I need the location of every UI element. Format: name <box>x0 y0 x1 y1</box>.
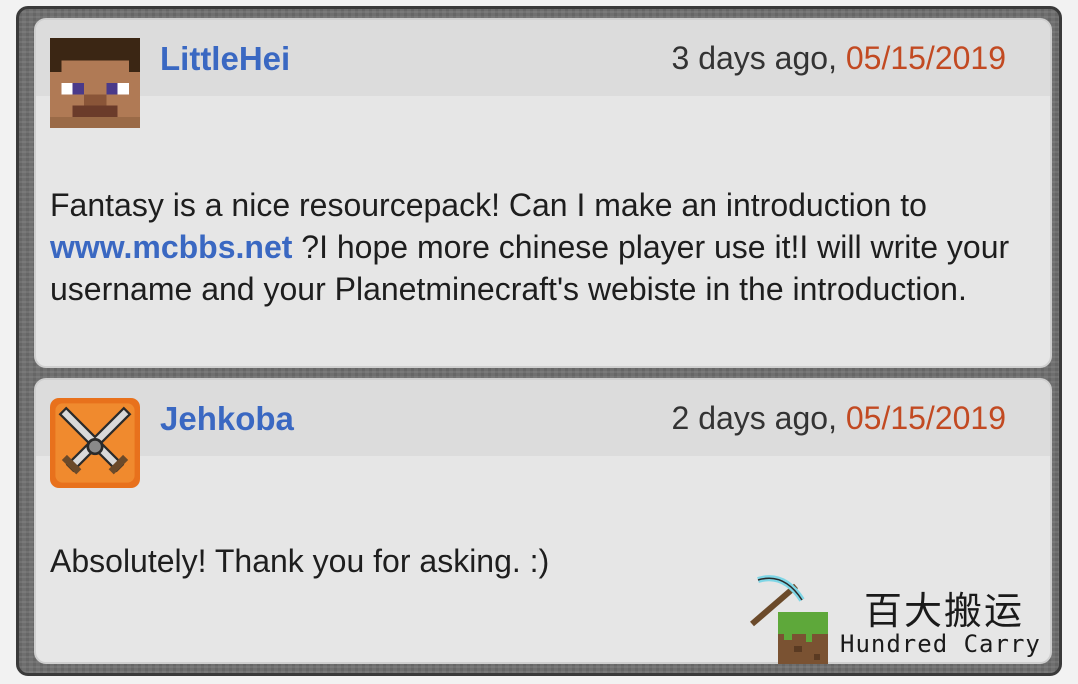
crossed-swords-icon[interactable] <box>50 398 140 488</box>
body-text: Fantasy is a nice resourcepack! Can I ma… <box>50 187 927 223</box>
absolute-date: 05/15/2019 <box>836 400 1006 436</box>
relative-time: 3 days ago <box>671 40 829 76</box>
comment-card: LittleHei 3 days ago, 05/15/2019 Fantasy… <box>34 18 1052 368</box>
date-separator: , <box>828 40 837 76</box>
comment-date: 3 days ago, 05/15/2019 <box>672 40 1007 77</box>
pickaxe-grass-block-icon <box>750 575 828 664</box>
comment-date: 2 days ago, 05/15/2019 <box>672 400 1007 437</box>
mcbbs-link[interactable]: www.mcbbs.net <box>50 229 292 265</box>
watermark-english: Hundred Carry <box>840 630 1041 658</box>
relative-time: 2 days ago <box>671 400 829 436</box>
username[interactable]: LittleHei <box>160 40 290 78</box>
watermark-chinese: 百大搬运 <box>864 589 1025 633</box>
username[interactable]: Jehkoba <box>160 400 294 438</box>
date-separator: , <box>828 400 837 436</box>
steve-head-icon[interactable] <box>50 38 140 128</box>
absolute-date: 05/15/2019 <box>836 40 1006 76</box>
watermark: 百大搬运 Hundred Carry <box>744 574 1064 674</box>
comment-body: Fantasy is a nice resourcepack! Can I ma… <box>50 184 1020 310</box>
